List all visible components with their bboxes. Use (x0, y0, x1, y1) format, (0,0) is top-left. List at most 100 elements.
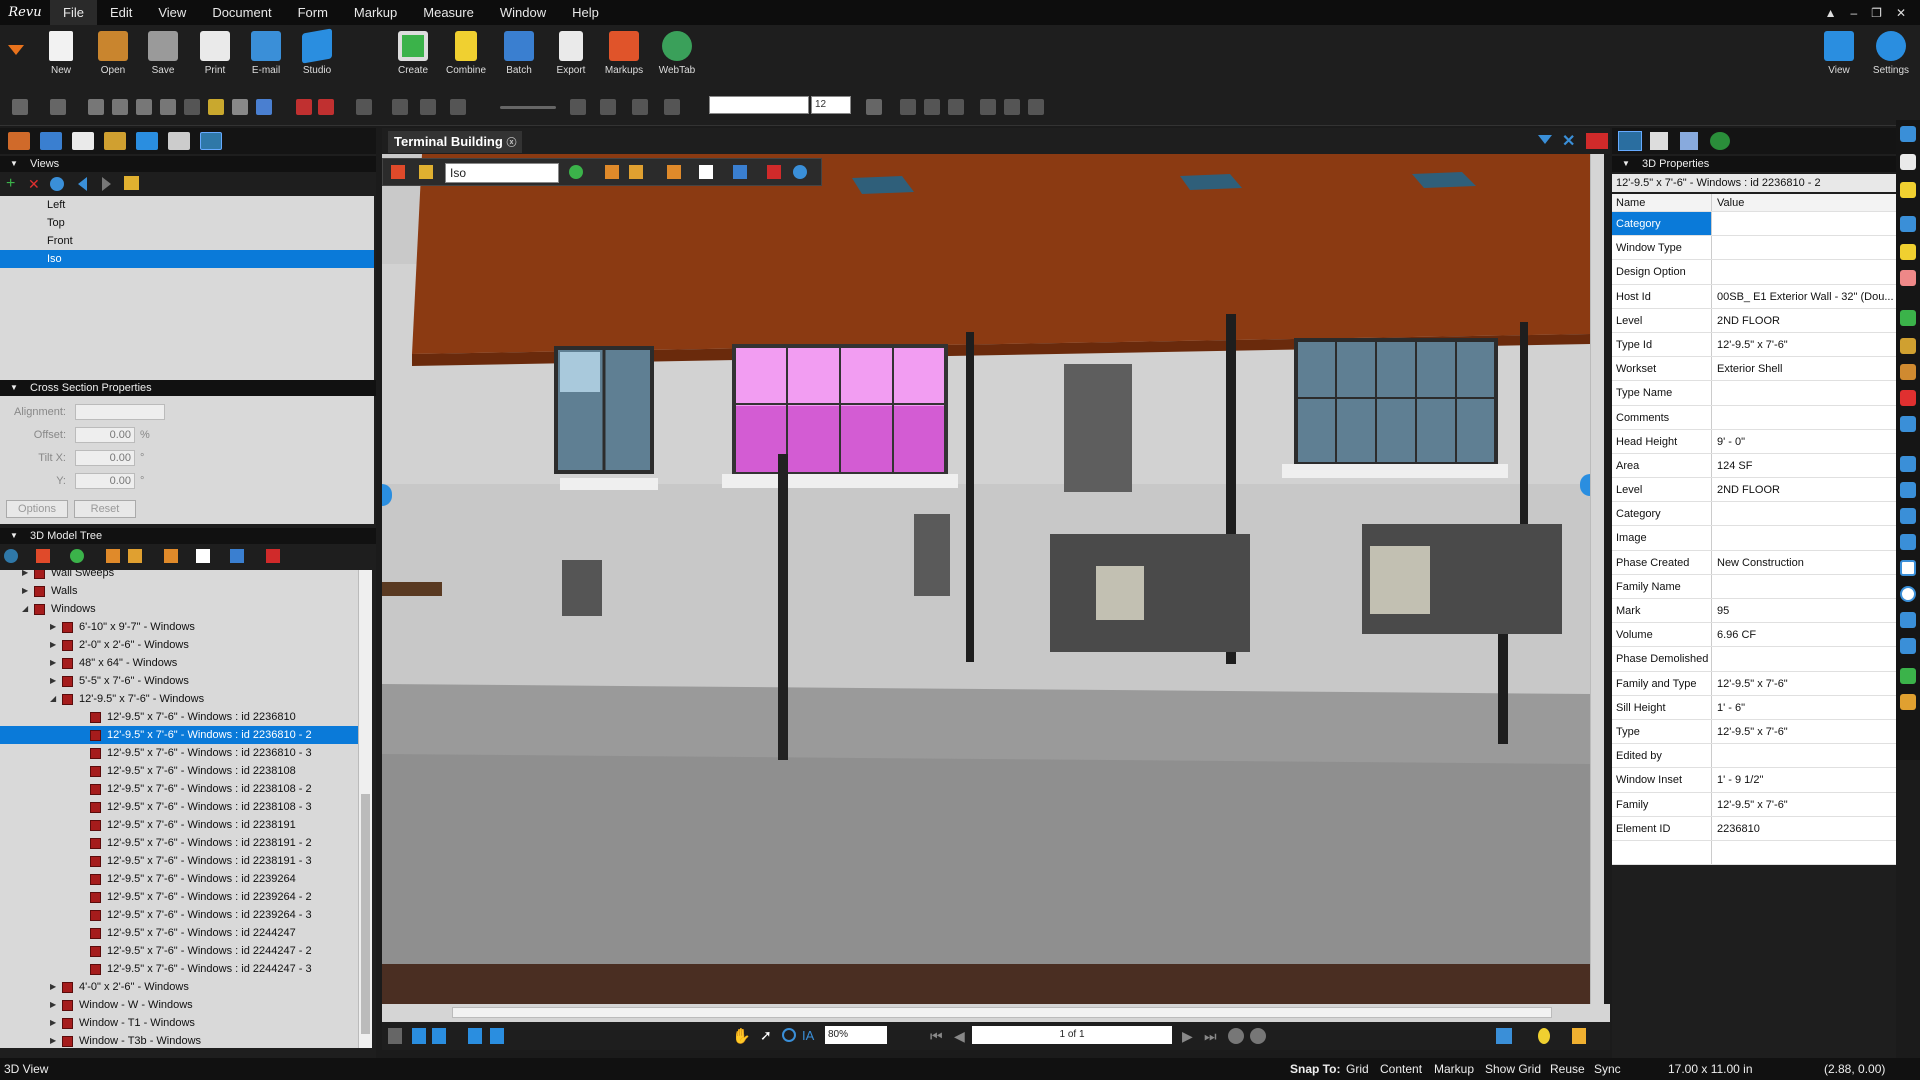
align-right-icon[interactable] (1028, 99, 1044, 115)
tree-row[interactable]: ▶ 5'-5" x 7'-6" - Windows (0, 672, 358, 690)
comment-icon[interactable] (1900, 416, 1916, 432)
property-value[interactable] (1714, 406, 1896, 429)
tree-row[interactable]: ▶ Wall Sweeps (0, 570, 358, 582)
model-tree-header[interactable]: 3D Model Tree (0, 528, 376, 544)
stamp-icon[interactable] (1900, 338, 1916, 354)
polygon-icon[interactable] (1900, 534, 1916, 550)
visibility-checkbox[interactable] (90, 802, 101, 813)
gear-icon[interactable] (50, 177, 64, 191)
expand-icon[interactable]: ▶ (50, 672, 56, 690)
property-row[interactable]: Type Name (1612, 381, 1896, 406)
open-button[interactable]: Open (88, 31, 138, 76)
visibility-checkbox[interactable] (34, 586, 45, 597)
sync-toggle[interactable]: Sync (1594, 1058, 1621, 1080)
shade-icon[interactable] (106, 549, 120, 563)
line-ends-icon[interactable] (600, 99, 616, 115)
callout-icon[interactable] (1900, 154, 1916, 170)
property-row[interactable]: Edited by (1612, 744, 1896, 769)
tree-row[interactable]: ▶ Window - T1 - Windows (0, 1014, 358, 1032)
visibility-checkbox[interactable] (90, 892, 101, 903)
property-row[interactable]: Image (1612, 526, 1896, 551)
3d-model-render[interactable] (382, 154, 1590, 1004)
visibility-checkbox[interactable] (90, 838, 101, 849)
property-value[interactable]: 2ND FLOOR (1714, 478, 1896, 501)
visibility-checkbox[interactable] (62, 658, 73, 669)
expand-icon[interactable]: ▶ (50, 1032, 56, 1048)
tree-row[interactable]: ▶ Window - W - Windows (0, 996, 358, 1014)
visibility-checkbox[interactable] (90, 820, 101, 831)
remove-icon[interactable]: ✕ (28, 176, 40, 192)
box-icon[interactable] (128, 549, 142, 563)
next-page-icon[interactable]: ▶ (1182, 1028, 1193, 1045)
offset-field[interactable]: 0.00 (75, 427, 135, 443)
isolate-icon[interactable] (164, 549, 178, 563)
tree-row[interactable]: 12'-9.5" x 7'-6" - Windows : id 2238191 … (0, 852, 358, 870)
visibility-checkbox[interactable] (90, 730, 101, 741)
tree-row[interactable]: 12'-9.5" x 7'-6" - Windows : id 2244247 (0, 924, 358, 942)
tree-row[interactable]: ▶ Window - T3b - Windows (0, 1032, 358, 1048)
restore-icon[interactable]: ❐ (1871, 6, 1882, 20)
view-button[interactable]: View (1814, 31, 1864, 76)
visibility-checkbox[interactable] (90, 946, 101, 957)
reuse-toggle[interactable]: Reuse (1550, 1058, 1585, 1080)
globe-icon[interactable] (4, 549, 18, 563)
property-value[interactable]: 1' - 9 1/2" (1714, 768, 1896, 791)
expand-icon[interactable]: ▶ (50, 996, 56, 1014)
options-button[interactable]: Options (6, 500, 68, 518)
property-row[interactable]: Type Id 12'-9.5" x 7'-6" (1612, 332, 1896, 358)
hatch-icon[interactable] (450, 99, 466, 115)
last-page-icon[interactable]: ⏭ (1204, 1028, 1217, 1045)
ribbon-collapse-icon[interactable]: ▲ (1825, 6, 1837, 20)
visibility-checkbox[interactable] (62, 676, 73, 687)
tiltx-field[interactable]: 0.00 (75, 450, 135, 466)
layers-tab-icon[interactable] (72, 132, 94, 150)
sets-tab-icon[interactable] (168, 132, 190, 150)
format-painter-icon[interactable] (160, 99, 176, 115)
tree-row[interactable]: 12'-9.5" x 7'-6" - Windows : id 2239264 … (0, 906, 358, 924)
italic-icon[interactable] (924, 99, 940, 115)
property-value[interactable] (1714, 212, 1896, 235)
close-document-icon[interactable]: ✕ (1562, 131, 1575, 151)
property-row[interactable]: Element ID 2236810 (1612, 816, 1896, 841)
property-row[interactable]: Type 12'-9.5" x 7'-6" (1612, 719, 1896, 745)
visibility-checkbox[interactable] (90, 712, 101, 723)
view-select[interactable]: Iso (445, 163, 559, 183)
bulb-icon[interactable] (1538, 1028, 1550, 1044)
font-color-icon[interactable] (866, 99, 882, 115)
property-value[interactable] (1714, 575, 1896, 598)
font-select[interactable] (709, 96, 809, 114)
crop-icon[interactable] (1900, 694, 1916, 710)
cut-icon[interactable] (88, 99, 104, 115)
home-icon[interactable] (124, 176, 139, 190)
property-value[interactable]: 1' - 6" (1714, 696, 1896, 719)
tree-row[interactable]: 12'-9.5" x 7'-6" - Windows : id 2244247 … (0, 960, 358, 978)
property-row[interactable]: Phase Created New Construction (1612, 550, 1896, 575)
visibility-checkbox[interactable] (90, 784, 101, 795)
view-top[interactable]: Top (0, 214, 374, 232)
attachment-icon[interactable] (1900, 390, 1916, 406)
3d-properties-header[interactable]: 3D Properties (1612, 156, 1896, 172)
cloud-icon[interactable] (1900, 612, 1916, 628)
settings-button[interactable]: Settings (1866, 31, 1916, 76)
line-icon[interactable] (1900, 456, 1916, 472)
ellipse-icon[interactable] (1900, 586, 1916, 602)
property-row[interactable]: Window Inset 1' - 9 1/2" (1612, 768, 1896, 793)
shade-icon[interactable] (605, 165, 619, 179)
property-value[interactable] (1714, 841, 1896, 864)
combine-button[interactable]: Combine (441, 31, 491, 76)
menu-measure[interactable]: Measure (410, 0, 487, 25)
minimize-icon[interactable]: – (1850, 6, 1857, 20)
view-left[interactable]: Left (0, 196, 374, 214)
save-button[interactable]: Save (138, 31, 188, 76)
markups-button[interactable]: Markups (599, 31, 649, 76)
menu-view[interactable]: View (145, 0, 199, 25)
property-value[interactable] (1714, 381, 1896, 404)
fill-color-icon[interactable] (392, 99, 408, 115)
link-icon[interactable] (1900, 364, 1916, 380)
property-value[interactable]: 12'-9.5" x 7'-6" (1714, 793, 1896, 816)
note-icon[interactable] (1900, 182, 1916, 198)
property-row[interactable]: Category (1612, 502, 1896, 527)
property-value[interactable]: 12'-9.5" x 7'-6" (1714, 720, 1896, 743)
property-value[interactable] (1714, 502, 1896, 525)
expand-icon[interactable]: ▶ (50, 636, 56, 654)
